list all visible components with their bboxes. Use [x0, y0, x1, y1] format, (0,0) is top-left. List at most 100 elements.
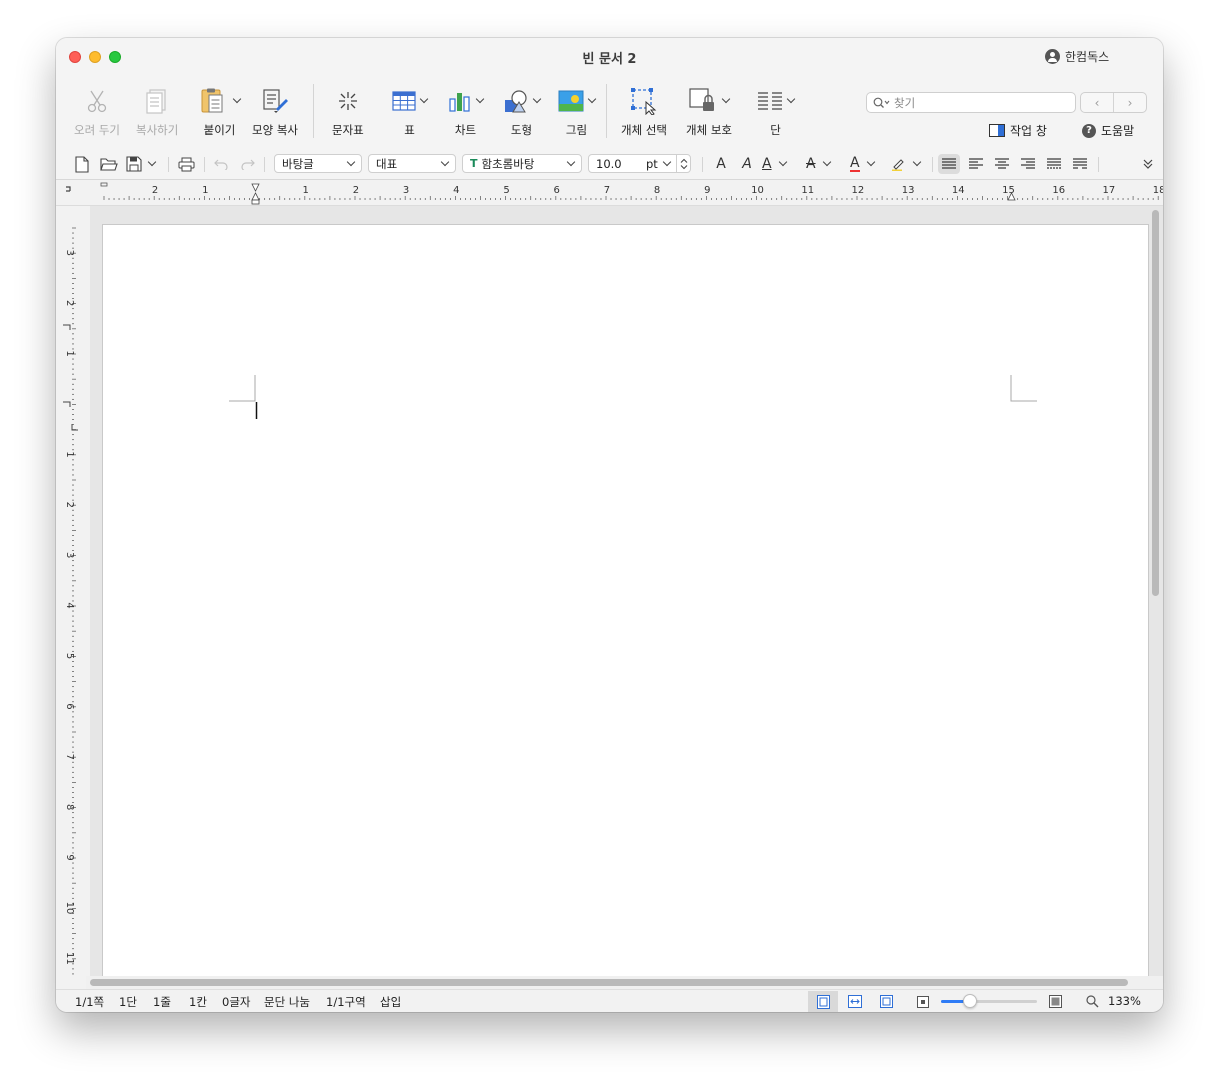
select-object-button[interactable]: 개체 선택 [621, 86, 667, 138]
toolbar-separator [313, 84, 314, 138]
style-value: 바탕글 [282, 156, 314, 171]
shape-button[interactable]: 도형 [503, 86, 542, 138]
horizontal-scrollbar[interactable] [90, 979, 1128, 986]
zoom-in-button[interactable] [1046, 991, 1064, 1012]
font-group-value: 대표 [376, 156, 398, 171]
font-group-select[interactable]: 대표 [368, 154, 456, 173]
indent-box-marker [251, 199, 260, 205]
align-right-button[interactable] [1018, 154, 1038, 174]
status-char-count[interactable]: 0글자 [222, 994, 250, 1010]
ruler-label: 1 [64, 350, 75, 356]
new-document-button[interactable] [74, 154, 90, 174]
header-margin-marker [63, 401, 71, 407]
status-bar: 1/1쪽 1단 1줄 1칸 0글자 문단 나눔 1/1구역 삽입 133% [56, 989, 1163, 1012]
protect-object-button[interactable]: 개체 보호 [686, 86, 732, 138]
strikethrough-icon: A [806, 156, 816, 172]
cut-button[interactable]: 오려 두기 [74, 86, 120, 138]
page-view-button[interactable] [808, 991, 838, 1012]
ruler-label: 14 [952, 185, 965, 196]
font-select[interactable]: T 함초롬바탕 [462, 154, 582, 173]
undo-button[interactable] [212, 154, 230, 174]
ruler-label: 5 [503, 185, 509, 196]
align-center-button[interactable] [992, 154, 1012, 174]
zoom-slider[interactable] [941, 994, 1037, 1008]
vertical-ruler[interactable]: 3 2 1 1 2 3 4 5 6 7 8 9 10 11 [56, 206, 90, 976]
search-field[interactable]: 찾기 [866, 92, 1076, 113]
highlight-button[interactable] [890, 154, 926, 174]
justify-align-button[interactable] [938, 154, 960, 174]
ruler-label: 5 [64, 653, 75, 659]
underline-button[interactable]: A [762, 154, 798, 174]
table-button[interactable]: 표 [392, 86, 429, 138]
picture-button[interactable]: 그림 [558, 86, 597, 138]
truetype-font-icon: T [470, 157, 478, 170]
status-insert-mode[interactable]: 삽입 [380, 994, 401, 1010]
font-color-button[interactable]: A [850, 154, 886, 174]
ruler-label: 8 [64, 804, 75, 810]
horizontal-scrollbar-track [86, 976, 1163, 989]
paste-button[interactable]: 붙이기 [199, 86, 242, 138]
zoom-level[interactable]: 133% [1108, 994, 1141, 1008]
chevron-down-icon [866, 157, 875, 167]
task-pane-button[interactable]: 작업 창 [989, 122, 1047, 139]
zoom-out-button[interactable] [914, 991, 932, 1012]
font-color-icon: A [850, 154, 860, 172]
ruler-label: 7 [64, 754, 75, 760]
align-split-icon [1073, 158, 1087, 169]
ruler-label: 3 [403, 185, 409, 196]
ruler-label: 3 [64, 552, 75, 558]
zoom-button[interactable] [1084, 991, 1100, 1012]
symbols-button[interactable]: 문자표 [332, 86, 364, 138]
highlighter-icon [892, 159, 904, 171]
format-copy-button[interactable]: 모양 복사 [252, 86, 298, 138]
open-button[interactable] [100, 154, 118, 174]
clipboard-icon [199, 86, 242, 116]
columns-button[interactable]: 단 [757, 86, 796, 138]
fit-page-button[interactable] [874, 991, 898, 1012]
italic-button[interactable]: A [738, 154, 756, 174]
lock-object-icon [688, 86, 731, 116]
status-page[interactable]: 1/1쪽 [75, 994, 104, 1010]
print-button[interactable] [176, 154, 196, 174]
ruler-label: 9 [64, 854, 75, 860]
chart-label: 차트 [454, 123, 477, 137]
ruler-label: 2 [64, 502, 75, 508]
grow-font-button[interactable]: A [712, 154, 730, 174]
account-button[interactable]: 한컴독스 [1045, 48, 1109, 65]
ruler-label: 11 [64, 952, 75, 965]
split-align-button[interactable] [1070, 154, 1090, 174]
strikethrough-button[interactable]: A [806, 154, 842, 174]
font-size-stepper[interactable] [676, 154, 690, 173]
ruler-label: 2 [64, 300, 75, 306]
font-size-field[interactable]: 10.0 pt [588, 154, 691, 173]
vertical-scrollbar[interactable] [1152, 210, 1159, 596]
zoom-small-icon [917, 995, 929, 1008]
ruler-label: 6 [554, 185, 560, 196]
distribute-button[interactable] [1044, 154, 1064, 174]
align-left-button[interactable] [966, 154, 986, 174]
columns-label: 단 [770, 123, 781, 137]
cut-label: 오려 두기 [74, 123, 120, 137]
chevron-down-icon [722, 94, 731, 104]
redo-button[interactable] [238, 154, 256, 174]
style-select[interactable]: 바탕글 [274, 154, 362, 173]
document-page[interactable] [103, 225, 1148, 985]
chevron-down-icon [822, 157, 831, 167]
chevron-down-icon [147, 157, 157, 167]
help-button[interactable]: ? 도움말 [1082, 122, 1134, 139]
account-icon [1045, 49, 1060, 64]
chart-button[interactable]: 차트 [448, 86, 485, 138]
search-prev-button[interactable]: ‹ [1081, 93, 1114, 112]
save-button[interactable] [126, 154, 160, 174]
document-canvas[interactable] [90, 206, 1163, 985]
horizontal-ruler[interactable]: 2 1 1 2 3 4 5 6 7 8 9 10 11 12 13 14 15 16 17 18 [56, 180, 1163, 206]
magnifier-icon [1085, 995, 1098, 1008]
search-next-button[interactable]: › [1114, 93, 1146, 112]
ruler-label: 17 [1103, 185, 1116, 196]
status-section: 1/1구역 [326, 995, 366, 1009]
copy-label: 복사하기 [136, 123, 179, 137]
fit-width-button[interactable] [842, 991, 868, 1012]
copy-button[interactable]: 복사하기 [136, 86, 178, 138]
zoom-slider-knob[interactable] [962, 994, 977, 1008]
toolbar-overflow-button[interactable] [1140, 154, 1156, 174]
